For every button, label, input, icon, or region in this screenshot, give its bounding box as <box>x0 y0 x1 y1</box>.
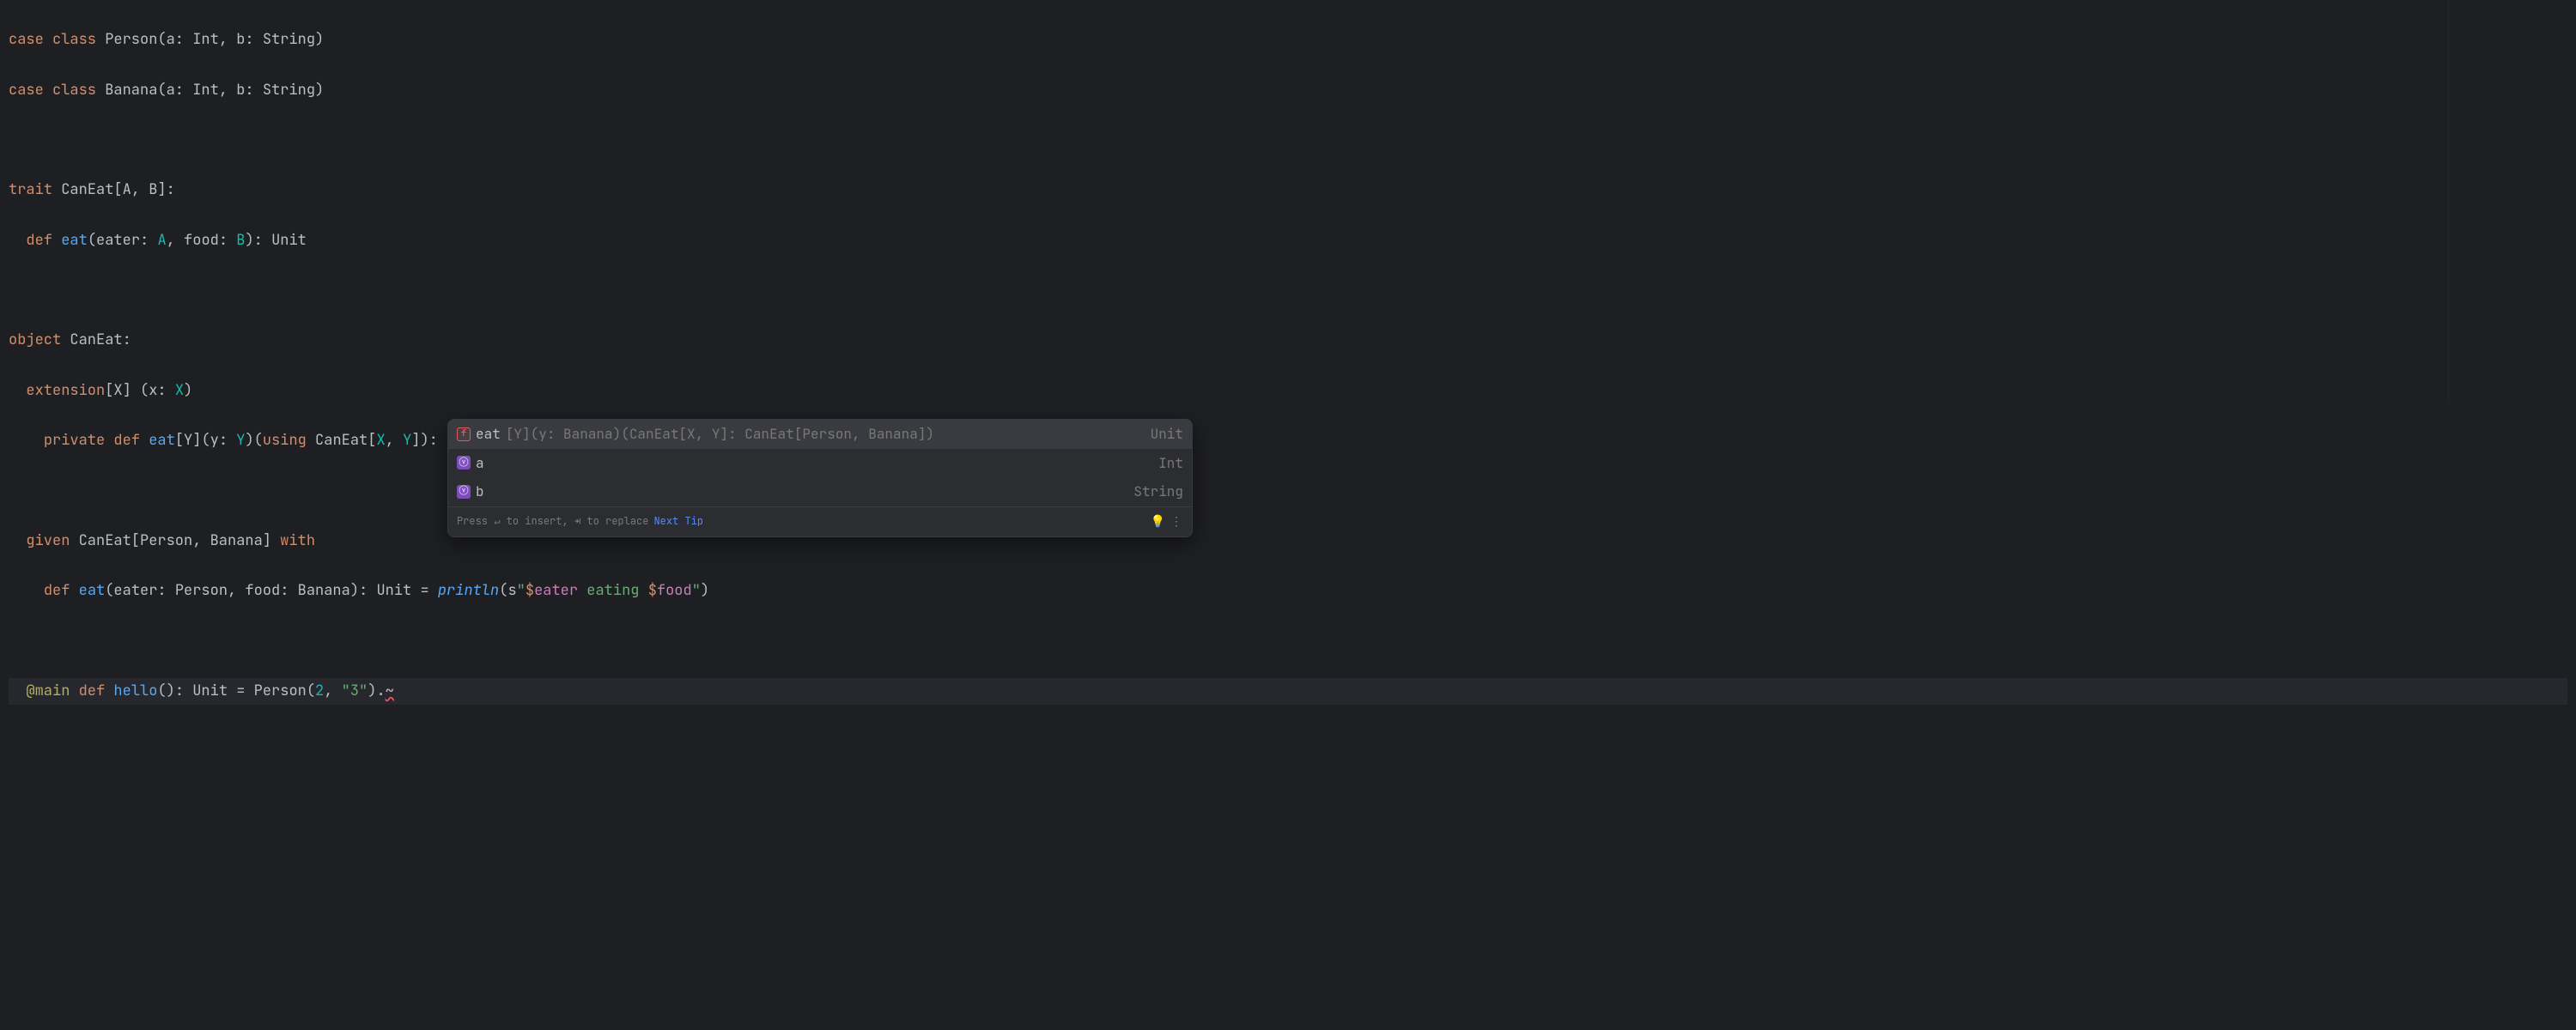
code-line <box>9 478 2567 505</box>
code-line: private def eat[Y](y: Y)(using CanEat[X,… <box>9 427 2567 454</box>
code-line: case class Banana(a: Int, b: String) <box>9 77 2567 104</box>
completion-label: eat <box>476 423 501 445</box>
footer-hint: Press ↵ to insert, ⇥ to replace <box>457 513 648 530</box>
code-line-current: @main def hello(): Unit = Person(2, "3")… <box>9 678 2567 705</box>
completion-footer: Press ↵ to insert, ⇥ to replace Next Tip… <box>448 506 1192 536</box>
code-line <box>9 628 2567 655</box>
error-marker: ~ <box>386 682 394 700</box>
code-line: given CanEat[Person, Banana] with <box>9 528 2567 554</box>
bulb-icon[interactable]: 💡 <box>1151 512 1165 531</box>
code-line: extension[X] (x: X) <box>9 378 2567 404</box>
next-tip-link[interactable]: Next Tip <box>653 513 703 530</box>
code-line: trait CanEat[A, B]: <box>9 177 2567 203</box>
completion-popup: f eat[Y](y: Banana)(CanEat[X, Y]: CanEat… <box>447 419 1193 537</box>
code-line <box>9 277 2567 304</box>
more-icon[interactable]: ⋮ <box>1170 512 1183 531</box>
completion-return-type: Int <box>1158 452 1183 475</box>
completion-signature: [Y](y: Banana)(CanEat[X, Y]: CanEat[Pers… <box>506 423 934 445</box>
code-line <box>9 127 2567 154</box>
method-icon: f <box>457 427 471 441</box>
code-line: def eat(eater: Person, food: Banana): Un… <box>9 578 2567 604</box>
code-line: def eat(eater: A, food: B): Unit <box>9 227 2567 254</box>
code-editor[interactable]: case class Person(a: Int, b: String) cas… <box>0 0 2576 731</box>
completion-return-type: Unit <box>1151 423 1183 445</box>
completion-label: a <box>476 452 484 475</box>
completion-label: b <box>476 481 484 503</box>
completion-item[interactable]: ⓥ b String <box>448 477 1192 506</box>
field-icon: ⓥ <box>457 485 471 499</box>
field-icon: ⓥ <box>457 456 471 470</box>
code-line: object CanEat: <box>9 327 2567 354</box>
completion-item[interactable]: f eat[Y](y: Banana)(CanEat[X, Y]: CanEat… <box>448 420 1192 449</box>
completion-item[interactable]: ⓥ a Int <box>448 449 1192 478</box>
code-line: case class Person(a: Int, b: String) <box>9 27 2567 53</box>
completion-return-type: String <box>1133 481 1183 503</box>
